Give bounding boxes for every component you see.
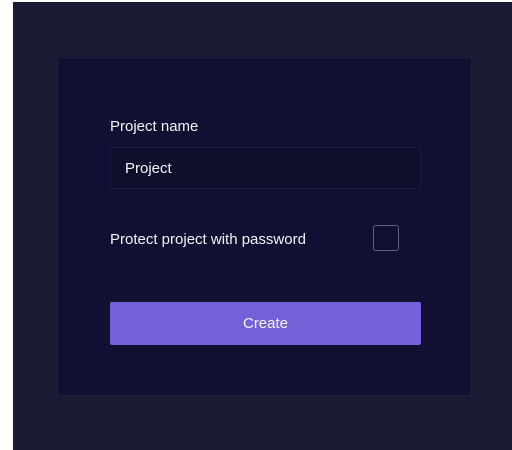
protect-password-checkbox[interactable] <box>373 225 399 251</box>
project-name-input[interactable] <box>110 147 421 189</box>
create-project-card: Project name Protect project with passwo… <box>57 57 472 396</box>
dialog-window: Project name Protect project with passwo… <box>13 2 512 450</box>
protect-password-label: Protect project with password <box>110 231 306 248</box>
create-button[interactable]: Create <box>110 302 421 345</box>
project-name-label: Project name <box>110 118 199 135</box>
